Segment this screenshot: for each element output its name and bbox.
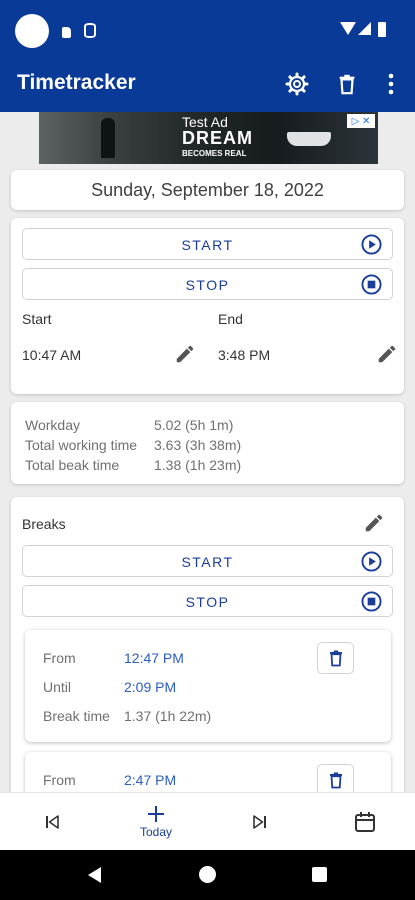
skip-next-icon [253, 815, 266, 829]
battery-icon [378, 22, 386, 37]
status-avatar-icon [15, 14, 49, 48]
sim-card-icon [62, 27, 71, 38]
work-time-card: START STOP Start End 10:47 AM 3:48 PM [11, 218, 404, 394]
today-button[interactable]: Today [124, 793, 188, 851]
bottom-navigation: Today [0, 792, 415, 850]
settings-icon [285, 72, 309, 96]
working-time-value: 3.63 (3h 38m) [154, 437, 242, 453]
ad-boat-image [287, 132, 331, 146]
delete-break-button[interactable] [317, 764, 354, 792]
delete-button[interactable] [333, 70, 361, 98]
ad-person-image [101, 118, 115, 158]
stop-circle-icon [361, 274, 382, 295]
end-label: End [218, 311, 243, 327]
work-start-button[interactable]: START [22, 228, 393, 260]
system-navigation-bar [0, 850, 415, 900]
app-title: Timetracker [17, 71, 136, 94]
delete-break-button[interactable] [317, 642, 354, 674]
break-from-value[interactable]: 12:47 PM [124, 650, 184, 666]
break-from-label: From [43, 772, 76, 788]
ad-subline: BECOMES REAL [182, 149, 247, 158]
break-duration-value: 1.37 (1h 22m) [124, 708, 212, 724]
delete-icon [339, 74, 355, 95]
date-label: Sunday, September 18, 2022 [91, 179, 324, 200]
break-from-label: From [43, 650, 76, 666]
break-start-button[interactable]: START [22, 545, 393, 577]
working-time-label: Total working time [25, 437, 138, 453]
calendar-button[interactable] [349, 793, 381, 851]
breaks-card: Breaks START STOP From 12:47 PM Until 2:… [11, 497, 404, 792]
ad-headline: DREAM [182, 128, 253, 148]
workday-value: 5.02 (5h 1m) [154, 417, 234, 433]
play-circle-icon [361, 551, 382, 572]
work-stop-label: STOP [185, 277, 230, 293]
break-until-label: Until [43, 679, 72, 695]
break-stop-label: STOP [185, 594, 230, 610]
today-label: Today [139, 825, 173, 839]
break-start-label: START [181, 554, 234, 570]
break-duration-label: Break time [43, 708, 110, 724]
play-circle-icon [361, 234, 382, 255]
next-day-button[interactable] [244, 793, 276, 851]
workday-label: Workday [25, 417, 80, 433]
start-label: Start [22, 311, 52, 327]
home-icon[interactable] [199, 866, 216, 883]
edit-breaks-icon[interactable] [363, 512, 385, 534]
break-time-value: 1.38 (1h 23m) [154, 457, 242, 473]
more-options-button[interactable] [377, 70, 405, 98]
break-entry: From 12:47 PM Until 2:09 PM Break time 1… [25, 630, 391, 742]
skip-previous-icon [46, 815, 59, 829]
edit-start-icon[interactable] [174, 343, 196, 365]
delete-icon [329, 772, 342, 789]
signal-icon [358, 22, 371, 35]
break-time-label: Total beak time [25, 457, 120, 473]
break-until-value[interactable]: 2:09 PM [124, 679, 176, 695]
calendar-icon [355, 812, 375, 832]
break-stop-button[interactable]: STOP [22, 585, 393, 617]
end-time: 3:48 PM [218, 347, 271, 363]
app-bar: Timetracker [0, 56, 415, 112]
breaks-title: Breaks [22, 516, 66, 532]
work-start-label: START [181, 237, 234, 253]
start-time: 10:47 AM [22, 347, 82, 363]
delete-icon [329, 650, 342, 667]
ad-choices-badge[interactable]: ▷ ✕ [347, 114, 375, 128]
work-stop-button[interactable]: STOP [22, 268, 393, 300]
back-icon[interactable] [88, 867, 101, 883]
summary-card: Workday 5.02 (5h 1m) Total working time … [11, 402, 404, 484]
add-icon [148, 806, 164, 822]
break-entry: From 2:47 PM [25, 752, 391, 792]
content-area[interactable]: Test Ad DREAM BECOMES REAL ▷ ✕ Sunday, S… [0, 112, 415, 792]
status-bar [0, 0, 415, 56]
recent-apps-icon[interactable] [312, 867, 327, 882]
previous-day-button[interactable] [36, 793, 68, 851]
edit-end-icon[interactable] [376, 343, 398, 365]
settings-button[interactable] [283, 70, 311, 98]
stop-circle-icon [361, 591, 382, 612]
more-vert-icon [388, 73, 394, 95]
break-from-value[interactable]: 2:47 PM [124, 772, 176, 788]
wifi-icon [340, 22, 356, 35]
ad-banner[interactable]: Test Ad DREAM BECOMES REAL ▷ ✕ [39, 112, 378, 164]
date-card: Sunday, September 18, 2022 [11, 170, 404, 210]
database-icon [84, 23, 96, 38]
